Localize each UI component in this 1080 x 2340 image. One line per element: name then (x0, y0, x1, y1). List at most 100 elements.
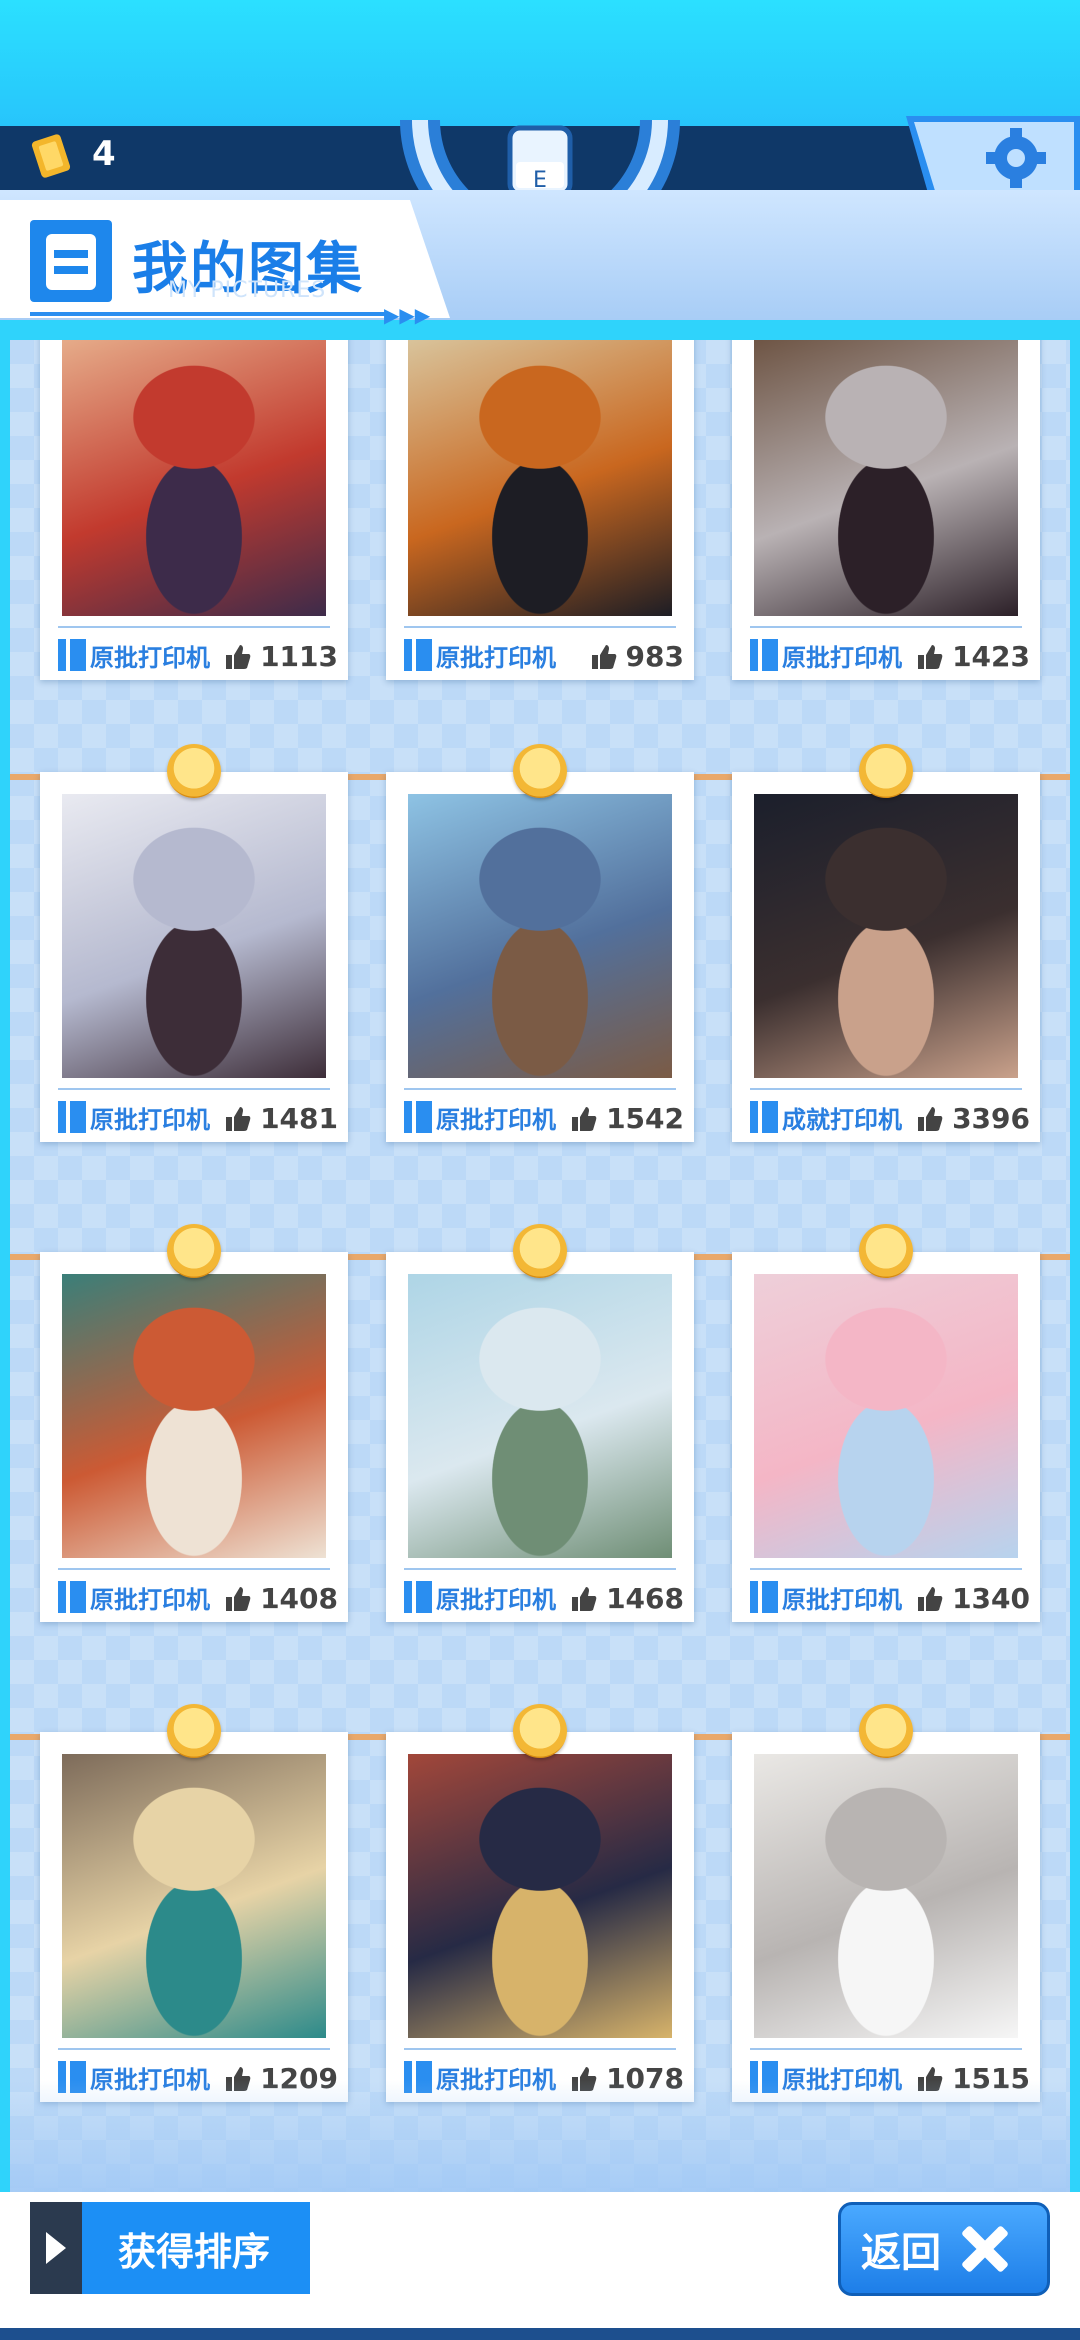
card-artwork[interactable] (754, 1274, 1018, 1558)
card-divider (750, 626, 1022, 628)
card-artwork[interactable] (754, 1754, 1018, 2038)
card-divider (58, 2048, 330, 2050)
card-artwork[interactable] (408, 1274, 672, 1558)
gallery-card[interactable]: 成就打印机 3396 (732, 772, 1040, 1142)
tag-marker-icon (404, 1101, 412, 1133)
like-count: 983 (625, 640, 684, 673)
tag-marker-icon (58, 1101, 66, 1133)
title-underline (30, 312, 390, 316)
tag-marker-icon (416, 1101, 432, 1133)
clip-pin-icon (859, 744, 913, 798)
card-divider (750, 1088, 1022, 1090)
card-artwork[interactable] (408, 794, 672, 1078)
tag-marker-icon (70, 1101, 86, 1133)
like-counter[interactable]: 1408 (224, 1582, 338, 1615)
card-tag: 原批打印机 (404, 638, 556, 672)
card-artwork[interactable] (62, 340, 326, 616)
tag-marker-icon (58, 1581, 66, 1613)
like-count: 1408 (260, 1582, 338, 1615)
clip-pin-icon (513, 1704, 567, 1758)
like-counter[interactable]: 1113 (224, 640, 338, 673)
like-counter[interactable]: 1340 (916, 1582, 1030, 1615)
card-tag-label: 原批打印机 (90, 643, 210, 672)
card-artwork[interactable] (62, 1274, 326, 1558)
tag-marker-icon (750, 1581, 758, 1613)
play-icon (30, 2202, 82, 2294)
card-divider (58, 1088, 330, 1090)
thumbs-up-icon (918, 644, 943, 669)
thumbs-up-icon (226, 1586, 251, 1611)
clip-pin-icon (167, 1704, 221, 1758)
card-artwork[interactable] (62, 1754, 326, 2038)
settings-button[interactable] (906, 116, 1080, 200)
card-divider (58, 1568, 330, 1570)
gallery-card[interactable]: 原批打印机1515 (732, 1732, 1040, 2102)
card-tag-label: 原批打印机 (436, 643, 556, 672)
card-divider (750, 1568, 1022, 1570)
card-tag-label: 成就打印机 (782, 1105, 902, 1134)
gear-icon (906, 116, 1080, 200)
card-artwork[interactable] (62, 794, 326, 1078)
gallery-card[interactable]: 原批打印机 1113 (40, 340, 348, 680)
gallery-card[interactable]: 原批打印机1078 (386, 1732, 694, 2102)
card-artwork[interactable] (754, 340, 1018, 616)
tag-marker-icon (762, 639, 778, 671)
gallery-card[interactable]: 原批打印机 1423 (732, 340, 1040, 680)
card-tag: 原批打印机 (404, 1100, 556, 1134)
card-tag-label: 原批打印机 (782, 643, 902, 672)
tag-marker-icon (58, 639, 66, 671)
back-label: 返回 (861, 2230, 941, 2276)
card-artwork[interactable] (754, 794, 1018, 1078)
like-counter[interactable]: 1542 (570, 1102, 684, 1135)
gallery-card[interactable]: 原批打印机 1542 (386, 772, 694, 1142)
get-ranking-button[interactable]: 获得排序 (30, 2202, 310, 2294)
card-tag: 原批打印机 (58, 638, 210, 672)
thumbs-up-icon (918, 1106, 943, 1131)
tag-marker-icon (404, 639, 412, 671)
album-icon (30, 220, 112, 302)
clip-pin-icon (167, 744, 221, 798)
tag-marker-icon (70, 1581, 86, 1613)
card-artwork[interactable] (408, 1754, 672, 2038)
gallery-grid[interactable]: 原批打印机 1113 原批打印机 983 原批打印机 1423 原批打印机 1481 原批打印机… (10, 340, 1070, 2192)
card-tag: 成就打印机 (750, 1100, 902, 1134)
gallery-card[interactable]: 原批打印机 1408 (40, 1252, 348, 1622)
bottom-edge (0, 2328, 1080, 2340)
clip-pin-icon (513, 744, 567, 798)
tag-marker-icon (762, 1581, 778, 1613)
card-tag: 原批打印机 (750, 638, 902, 672)
like-counter[interactable]: 3396 (916, 1102, 1030, 1135)
gallery-fade (10, 2080, 1070, 2192)
card-artwork[interactable] (408, 340, 672, 616)
like-count: 1113 (260, 640, 338, 673)
page-subtitle: MY PICTURES (168, 278, 327, 303)
clip-pin-icon (167, 1224, 221, 1278)
back-button[interactable]: 返回 (838, 2202, 1050, 2296)
clip-pin-icon (859, 1224, 913, 1278)
clip-pin-icon (859, 1704, 913, 1758)
tag-marker-icon (416, 1581, 432, 1613)
card-tag-label: 原批打印机 (436, 1585, 556, 1614)
thumbs-up-icon (591, 644, 616, 669)
like-counter[interactable]: 1423 (916, 640, 1030, 673)
gallery-card[interactable]: 原批打印机 1481 (40, 772, 348, 1142)
card-divider (58, 626, 330, 628)
get-ranking-label: 获得排序 (118, 2229, 271, 2274)
gallery-card[interactable]: 原批打印机1209 (40, 1732, 348, 2102)
gallery-card[interactable]: 原批打印机 983 (386, 340, 694, 680)
card-tag: 原批打印机 (58, 1580, 210, 1614)
tools-icon (962, 2226, 1008, 2272)
card-divider (404, 1088, 676, 1090)
gallery-card[interactable]: 原批打印机 1340 (732, 1252, 1040, 1622)
card-divider (404, 1568, 676, 1570)
like-count: 1468 (606, 1582, 684, 1615)
gallery-card[interactable]: 原批打印机 1468 (386, 1252, 694, 1622)
card-tag-label: 原批打印机 (436, 1105, 556, 1134)
like-counter[interactable]: 983 (590, 640, 684, 673)
card-divider (750, 2048, 1022, 2050)
tag-marker-icon (70, 639, 86, 671)
like-counter[interactable]: 1481 (224, 1102, 338, 1135)
like-count: 1340 (952, 1582, 1030, 1615)
like-counter[interactable]: 1468 (570, 1582, 684, 1615)
card-tag: 原批打印机 (750, 1580, 902, 1614)
